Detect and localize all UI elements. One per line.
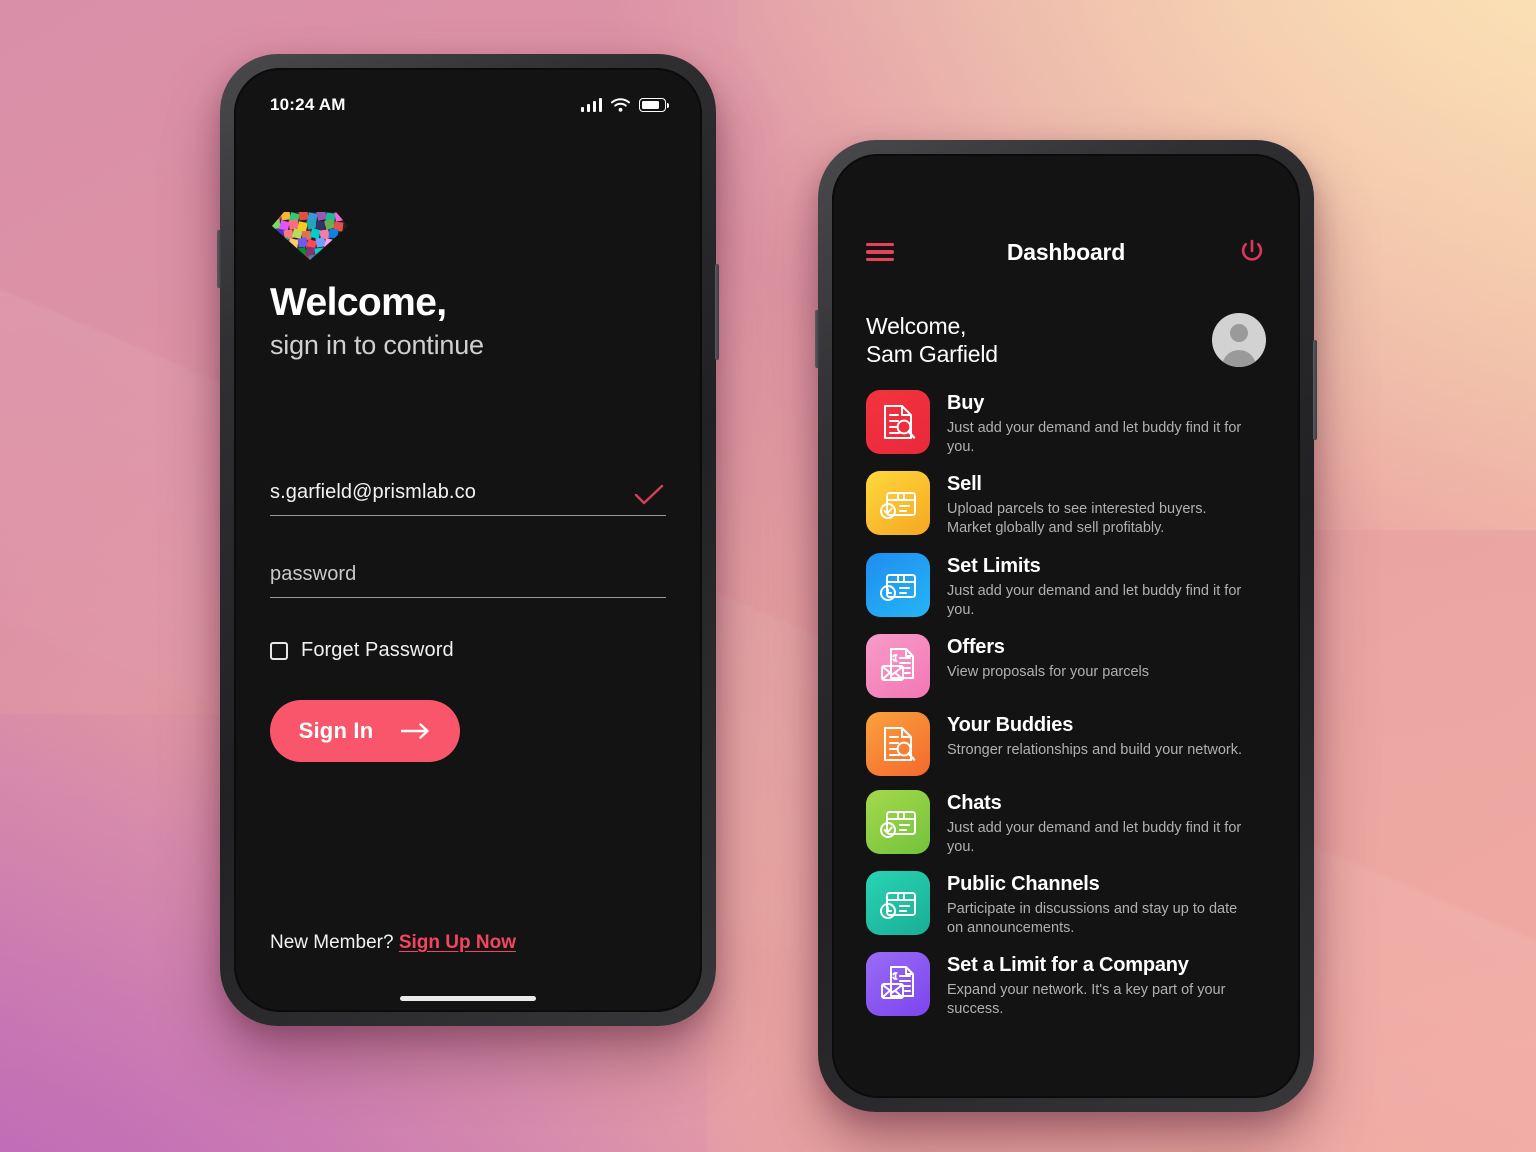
document-search-icon: [866, 390, 930, 455]
email-field-value: s.garfield@prismlab.co: [270, 481, 476, 504]
list-item-text: Sell Upload parcels to see interested buy…: [947, 471, 1243, 538]
sign-in-button-label: Sign In: [298, 718, 374, 744]
list-item-title: Set a Limit for a Company: [947, 954, 1189, 977]
dashboard-phone-device: Dashboard Welcome, Sam Garfield Buy Just …: [815, 140, 1317, 1112]
hamburger-menu-icon[interactable]: [866, 243, 894, 261]
list-item-text: Buy Just add your demand and let buddy fi…: [947, 390, 1243, 457]
list-item-text: Set a Limit for a Company Expand your net…: [947, 952, 1243, 1019]
status-time: 10:24 AM: [270, 95, 346, 114]
power-icon[interactable]: [1238, 238, 1266, 266]
list-item[interactable]: Sell Upload parcels to see interested buy…: [866, 471, 1270, 538]
phone-volume-side-button[interactable]: [217, 230, 221, 288]
invoice-envelope-icon: [866, 952, 930, 1017]
box-clock-icon: [866, 552, 930, 617]
avatar[interactable]: [1212, 313, 1266, 368]
dashboard-screen: Dashboard Welcome, Sam Garfield Buy Just …: [832, 154, 1300, 1098]
list-item-title: Buy: [947, 392, 985, 415]
home-indicator: [270, 970, 666, 1012]
welcome-greeting: Welcome,: [866, 313, 967, 339]
document-search-icon: [866, 711, 930, 776]
box-check-icon: [866, 471, 930, 536]
list-item[interactable]: Chats Just add your demand and let buddy …: [866, 789, 1270, 857]
forget-password-label: Forget Password: [301, 639, 454, 662]
sign-up-link[interactable]: Sign Up Now: [399, 932, 516, 953]
box-clock-icon: [866, 871, 930, 936]
list-item-title: Public Channels: [947, 873, 1100, 896]
sign-in-button[interactable]: Sign In: [270, 700, 460, 763]
list-item-text: Offers View proposals for your parcels: [947, 634, 1149, 682]
dashboard-title: Dashboard: [1006, 238, 1126, 265]
arrow-right-icon: [401, 723, 430, 740]
dashboard-header: Dashboard: [832, 154, 1300, 266]
box-check-icon: [866, 789, 930, 854]
phone-power-side-button-right[interactable]: [1313, 340, 1317, 440]
list-item[interactable]: Offers View proposals for your parcels: [866, 633, 1270, 698]
password-field[interactable]: password: [270, 563, 666, 599]
list-item-title: Chats: [947, 791, 1002, 814]
status-bar: 10:24 AM: [234, 68, 702, 128]
list-item[interactable]: Buy Just add your demand and let buddy fi…: [866, 390, 1270, 457]
email-field[interactable]: s.garfield@prismlab.co: [270, 481, 666, 517]
list-item-text: Your Buddies Stronger relationships and b…: [947, 712, 1242, 760]
list-item[interactable]: Set a Limit for a Company Expand your net…: [866, 952, 1270, 1019]
forget-password-checkbox[interactable]: [270, 641, 288, 660]
list-item-description: Expand your network. It's a key part of …: [947, 982, 1226, 1018]
list-item[interactable]: Set Limits Just add your demand and let b…: [866, 552, 1270, 620]
list-item-description: Stronger relationships and build your ne…: [947, 741, 1242, 758]
phone-power-side-button[interactable]: [715, 264, 719, 360]
list-item[interactable]: Public Channels Participate in discussion…: [866, 871, 1270, 938]
invoice-envelope-icon: [866, 633, 930, 698]
list-item-description: Just add your demand and let buddy find …: [947, 819, 1242, 855]
password-field-placeholder: password: [270, 563, 357, 586]
prism-diamond-logo: [270, 210, 350, 262]
list-item-description: Just add your demand and let buddy find …: [947, 582, 1242, 618]
dashboard-menu-list: Buy Just add your demand and let buddy fi…: [832, 390, 1300, 1098]
list-item-title: Sell: [947, 473, 982, 496]
list-item-description: Participate in discussions and stay up t…: [947, 901, 1238, 937]
list-item-description: Just add your demand and let buddy find …: [947, 420, 1242, 456]
signal-bars-icon: [580, 98, 602, 112]
welcome-user-name: Sam Garfield: [866, 341, 998, 368]
login-form: s.garfield@prismlab.co password: [270, 481, 666, 599]
sign-up-prompt-text: New Member?: [270, 932, 394, 953]
wifi-icon: [611, 98, 630, 112]
phone-volume-side-button-right[interactable]: [815, 310, 819, 368]
list-item-title: Your Buddies: [947, 713, 1074, 736]
list-item-text: Public Channels Participate in discussion…: [947, 871, 1243, 938]
page-title: Welcome,: [270, 281, 447, 324]
list-item-title: Set Limits: [947, 554, 1041, 577]
login-screen: 10:24 AM Welcome, sign in to continue s.…: [234, 68, 702, 1012]
list-item-description: View proposals for your parcels: [947, 663, 1150, 680]
login-phone-device: 10:24 AM Welcome, sign in to continue s.…: [217, 54, 719, 1026]
list-item[interactable]: Your Buddies Stronger relationships and b…: [866, 711, 1270, 776]
forget-password-row[interactable]: Forget Password: [270, 639, 666, 662]
check-icon: [634, 485, 664, 505]
list-item-title: Offers: [947, 635, 1005, 658]
page-subtitle: sign in to continue: [270, 330, 484, 361]
dashboard-welcome: Welcome, Sam Garfield: [832, 266, 1300, 368]
list-item-text: Set Limits Just add your demand and let b…: [947, 553, 1243, 620]
battery-icon: [639, 98, 669, 112]
sign-up-prompt: New Member? Sign Up Now: [270, 932, 666, 954]
list-item-description: Upload parcels to see interested buyers.…: [947, 501, 1207, 537]
list-item-text: Chats Just add your demand and let buddy …: [947, 790, 1243, 857]
